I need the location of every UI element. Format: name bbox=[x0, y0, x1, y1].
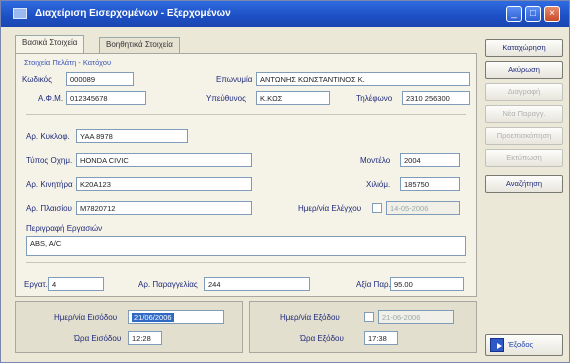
chassis-label: Αρ. Πλαισίου bbox=[26, 204, 72, 213]
description-field[interactable]: ABS, A/C bbox=[26, 236, 466, 256]
print-button[interactable]: Εκτύπωση bbox=[485, 149, 563, 167]
chassis-field[interactable]: M7820712 bbox=[76, 201, 252, 215]
title-bar[interactable]: Διαχείριση Εισερχομένων - Εξερχομένων _ … bbox=[1, 1, 569, 27]
phone-label: Τηλέφωνο bbox=[356, 94, 393, 103]
tab-auxiliary[interactable]: Βοηθητικά Στοιχεία bbox=[99, 37, 180, 53]
km-label: Χιλιόμ. bbox=[366, 180, 391, 189]
departure-panel: Ημερ/νία Εξόδου 21-06-2006 Ώρα Εξόδου 17… bbox=[249, 301, 477, 353]
engine-label: Αρ. Κινητήρα bbox=[26, 180, 73, 189]
phone-field[interactable]: 2310 256300 bbox=[402, 91, 470, 105]
cancel-button[interactable]: Ακύρωση bbox=[485, 61, 563, 79]
checkup-date-field[interactable]: 14-05-2006 bbox=[386, 201, 460, 215]
value-label: Αξία Παρ. bbox=[356, 280, 391, 289]
checkup-checkbox[interactable] bbox=[372, 203, 382, 213]
basic-info-panel: Στοιχεία Πελάτη - Κατόχου Κωδικός 000089… bbox=[15, 53, 477, 297]
arrival-time-field[interactable]: 12:28 bbox=[128, 331, 162, 345]
code-field[interactable]: 000089 bbox=[66, 72, 134, 86]
exit-button[interactable]: Έξοδος bbox=[485, 334, 563, 356]
arrival-date-value: 21/06/2006 bbox=[132, 313, 174, 322]
km-field[interactable]: 185750 bbox=[400, 177, 460, 191]
plate-field[interactable]: ΥΑΑ 8978 bbox=[76, 129, 188, 143]
separator bbox=[26, 262, 466, 263]
minimize-icon[interactable]: _ bbox=[506, 6, 522, 22]
new-order-button[interactable]: Νέα Παραγγ. bbox=[485, 105, 563, 123]
model-year-field[interactable]: 2004 bbox=[400, 153, 460, 167]
arrival-panel: Ημερ/νία Εισόδου 21/06/2006 Ώρα Εισόδου … bbox=[15, 301, 243, 353]
departure-time-label: Ώρα Εξόδου bbox=[300, 334, 344, 343]
departure-date-label: Ημερ/νία Εξόδου bbox=[280, 313, 340, 322]
checkup-label: Ημερ/νία Ελέγχου bbox=[298, 204, 362, 213]
vehicle-type-label: Τύπος Οχημ. bbox=[26, 156, 73, 165]
app-icon bbox=[13, 8, 27, 19]
exit-button-label: Έξοδος bbox=[508, 340, 534, 349]
separator bbox=[26, 114, 466, 115]
name-field[interactable]: ΑΝΤΩΝΗΣ ΚΩΝΣΤΑΝΤΙΝΟΣ Κ. bbox=[256, 72, 470, 86]
order-field[interactable]: 244 bbox=[204, 277, 310, 291]
search-button[interactable]: Αναζήτηση bbox=[485, 175, 563, 193]
value-field[interactable]: 95.00 bbox=[390, 277, 464, 291]
arrival-date-field[interactable]: 21/06/2006 bbox=[128, 310, 224, 324]
afm-field[interactable]: 012345678 bbox=[66, 91, 146, 105]
name-label: Επωνυμία bbox=[216, 75, 253, 84]
engine-field[interactable]: K20A123 bbox=[76, 177, 252, 191]
workers-label: Εργατ. bbox=[24, 280, 48, 289]
tab-basic[interactable]: Βασικά Στοιχεία bbox=[15, 35, 85, 53]
arrival-time-label: Ώρα Εισόδου bbox=[74, 334, 122, 343]
departure-checkbox[interactable] bbox=[364, 312, 374, 322]
print-preview-button[interactable]: Προεπισκόπηση bbox=[485, 127, 563, 145]
contact-field[interactable]: Κ.ΚΩΣ bbox=[256, 91, 330, 105]
model-year-label: Μοντέλο bbox=[360, 156, 391, 165]
close-icon[interactable]: × bbox=[544, 6, 560, 22]
code-label: Κωδικός bbox=[22, 75, 52, 84]
departure-time-field[interactable]: 17:38 bbox=[364, 331, 398, 345]
maximize-icon[interactable]: □ bbox=[525, 6, 541, 22]
vehicle-type-field[interactable]: HONDA CIVIC bbox=[76, 153, 252, 167]
afm-label: Α.Φ.Μ. bbox=[38, 94, 64, 103]
description-label: Περιγραφή Εργασιών bbox=[26, 224, 103, 233]
plate-label: Αρ. Κυκλοφ. bbox=[26, 132, 70, 141]
main-window: Διαχείριση Εισερχομένων - Εξερχομένων _ … bbox=[0, 0, 570, 363]
workers-field[interactable]: 4 bbox=[48, 277, 104, 291]
arrival-date-label: Ημερ/νία Εισόδου bbox=[54, 313, 118, 322]
delete-button[interactable]: Διαγραφή bbox=[485, 83, 563, 101]
new-button[interactable]: Καταχώρηση bbox=[485, 39, 563, 57]
order-label: Αρ. Παραγγελίας bbox=[138, 280, 198, 289]
window-title: Διαχείριση Εισερχομένων - Εξερχομένων bbox=[35, 8, 231, 19]
departure-date-field[interactable]: 21-06-2006 bbox=[378, 310, 454, 324]
exit-icon bbox=[490, 338, 504, 352]
section-title-client: Στοιχεία Πελάτη - Κατόχου bbox=[24, 58, 112, 67]
contact-label: Υπεύθυνος bbox=[206, 94, 246, 103]
